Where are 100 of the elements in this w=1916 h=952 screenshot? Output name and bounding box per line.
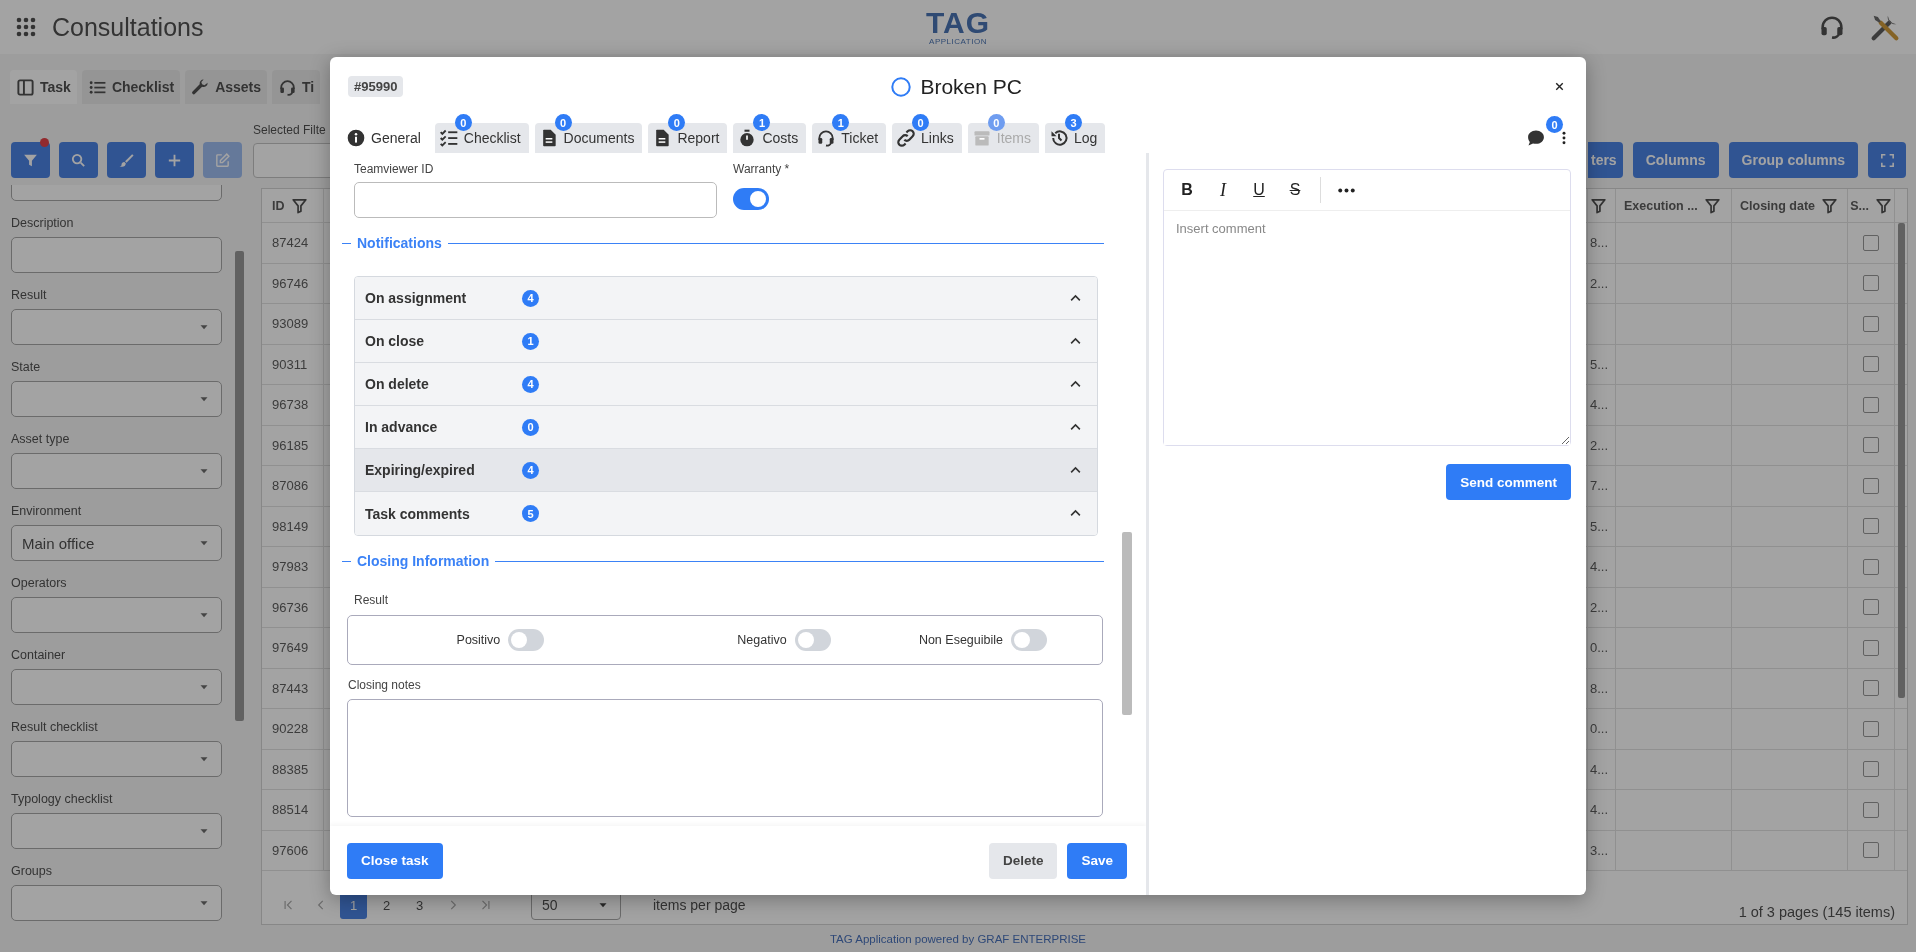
checkbox[interactable] [1863,599,1879,616]
input-field[interactable] [354,182,717,218]
accordion-item[interactable]: Expiring/expired 4 [355,449,1097,492]
accordion-title: On delete [365,376,430,392]
column-header[interactable]: ID [272,198,285,213]
dropdown[interactable] [11,741,222,777]
history-icon [1049,128,1069,148]
input-field[interactable] [11,237,222,273]
dropdown[interactable] [11,885,222,921]
table-cell: 96185 [272,437,309,453]
filter-icon[interactable] [1821,197,1838,214]
dropdown[interactable] [11,453,222,489]
scrollbar-thumb[interactable] [235,251,244,721]
toggle-switch[interactable] [733,188,769,210]
fullscreen-icon [1878,151,1896,169]
page-button[interactable]: 3 [406,891,433,919]
page-button[interactable]: 2 [373,891,400,919]
checkbox[interactable] [1863,842,1879,859]
add-button[interactable] [155,142,194,178]
checkbox[interactable] [1863,518,1879,535]
accordion-item[interactable]: In advance 0 [355,406,1097,449]
delete-button[interactable]: Delete [988,842,1058,879]
table-cell: 87424 [272,235,309,251]
count-badge: 4 [522,461,539,479]
checkbox[interactable] [1863,477,1879,494]
table-cell: 5... [1588,506,1616,547]
chat-icon [1526,128,1546,148]
send-comment-button[interactable]: Send comment [1446,464,1571,500]
scrollbar-thumb[interactable] [1898,223,1905,698]
table-cell: 8... [1588,223,1616,264]
wrench-icon [191,77,211,97]
save-button[interactable]: Save [1067,842,1127,879]
accordion-item[interactable]: On close 1 [355,320,1097,363]
checkbox[interactable] [1863,639,1879,656]
page-tab[interactable]: Ti [272,70,321,104]
page-title: Consultations [52,12,204,42]
filter-icon[interactable] [1874,197,1892,214]
footer-text: TAG Application powered by GRAF ENTERPRISE [828,931,1088,947]
checkbox[interactable] [1863,275,1879,292]
dropdown[interactable] [11,813,222,849]
comment-editor[interactable]: B I U S Insert comment [1163,169,1571,446]
toggle-switch[interactable] [1011,629,1047,651]
page-tab[interactable]: Task [10,70,77,104]
checkbox[interactable] [1863,356,1879,373]
checkbox[interactable] [1863,720,1879,737]
page-tab[interactable]: Checklist [81,70,181,104]
dropdown[interactable]: Main office [11,525,222,561]
column-header[interactable]: Closing date [1740,198,1815,213]
underline-button[interactable]: U [1244,176,1274,204]
table-cell: 97649 [272,640,309,656]
table-cell: 4... [1588,790,1616,831]
checkbox[interactable] [1863,558,1879,575]
logo: TAG APPLICATION [925,8,991,46]
filter-icon[interactable] [1703,197,1721,214]
checkbox[interactable] [1863,437,1879,454]
column-header[interactable]: S... [1850,198,1869,213]
table-cell: 8... [1588,668,1616,709]
bold-button[interactable]: B [1172,176,1202,204]
filter-icon[interactable] [290,197,308,214]
comments-button[interactable] [1526,128,1546,148]
checkbox[interactable] [1863,315,1879,332]
filter-icon[interactable] [1590,197,1607,214]
column-header[interactable]: Execution ... [1624,198,1698,213]
field-label: Asset type [11,432,71,446]
dropdown[interactable] [11,381,222,417]
circle-icon [890,75,913,98]
accordion-item[interactable]: On assignment 4 [355,277,1097,320]
table-cell: 4... [1588,385,1616,426]
close-task-button[interactable]: Close task [347,842,443,879]
search-button[interactable] [59,142,98,178]
field-label: Warranty * [733,162,790,176]
dropdown[interactable] [11,309,222,345]
scrollbar-thumb[interactable] [1122,532,1132,715]
checkbox[interactable] [1863,761,1879,778]
checkbox[interactable] [1863,801,1879,818]
clear-button[interactable] [107,142,146,178]
headset-icon [816,128,837,148]
accordion-title: Task comments [365,505,471,522]
field-label: Teamviewer ID [354,162,435,176]
field-label: Result [354,593,389,607]
accordion-item[interactable]: Task comments 5 [355,492,1097,535]
dropdown[interactable] [11,597,222,633]
field-label: Selected Filte [253,123,327,137]
fullscreen-button[interactable] [1868,142,1906,178]
italic-button[interactable]: I [1208,176,1238,204]
toggle-switch[interactable] [508,629,545,651]
strike-button[interactable]: S [1280,176,1310,204]
toggle-switch[interactable] [794,629,831,651]
checkbox[interactable] [1863,396,1879,413]
dropdown[interactable] [11,669,222,705]
accordion-item[interactable]: On delete 4 [355,363,1097,406]
apps-grid-icon[interactable] [14,15,38,39]
table-cell: 4... [1588,547,1616,588]
table-cell: 97983 [272,559,309,575]
table-cell: 90311 [272,356,308,372]
page-tab[interactable]: Assets [185,70,268,104]
headset-icon[interactable] [1818,13,1846,41]
checkbox[interactable] [1863,234,1879,251]
search-icon [70,151,87,169]
checkbox[interactable] [1863,680,1879,697]
